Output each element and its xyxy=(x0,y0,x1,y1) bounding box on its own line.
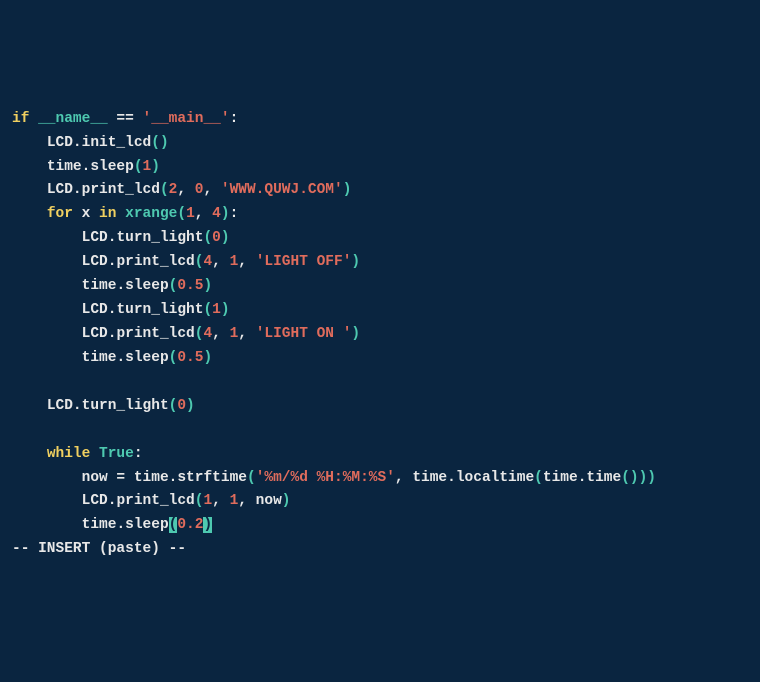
code-line: time.sleep(0.2) xyxy=(12,514,760,538)
code-line: LCD.print_lcd(1, 1, now) xyxy=(12,490,760,514)
code-line xyxy=(12,419,760,443)
code-line: LCD.print_lcd(2, 0, 'WWW.QUWJ.COM') xyxy=(12,179,760,203)
code-line xyxy=(12,371,760,395)
code-line: now = time.strftime('%m/%d %H:%M:%S', ti… xyxy=(12,467,760,491)
string-literal: 'LIGHT ON ' xyxy=(256,326,352,342)
code-line: LCD.init_lcd() xyxy=(12,132,760,156)
string-literal: 'WWW.QUWJ.COM' xyxy=(221,182,343,198)
code-line: time.sleep(0.5) xyxy=(12,275,760,299)
keyword-for: for xyxy=(47,206,73,222)
code-line: LCD.turn_light(0) xyxy=(12,395,760,419)
keyword-while: while xyxy=(47,446,91,462)
code-line: LCD.turn_light(1) xyxy=(12,299,760,323)
bool-true: True xyxy=(99,446,134,462)
code-editor[interactable]: if __name__ == '__main__': LCD.init_lcd(… xyxy=(12,108,760,563)
cursor-block: ) xyxy=(203,517,212,533)
code-line: LCD.print_lcd(4, 1, 'LIGHT OFF') xyxy=(12,251,760,275)
code-line: if __name__ == '__main__': xyxy=(12,108,760,132)
number-literal: 1 xyxy=(143,159,152,175)
dunder-name: __name__ xyxy=(38,111,108,127)
code-line: while True: xyxy=(12,443,760,467)
code-line: for x in xrange(1, 4): xyxy=(12,203,760,227)
builtin-xrange: xrange xyxy=(125,206,177,222)
keyword-if: if xyxy=(12,111,29,127)
string-literal: 'LIGHT OFF' xyxy=(256,254,352,270)
code-line: time.sleep(0.5) xyxy=(12,347,760,371)
string-literal: '__main__' xyxy=(143,111,230,127)
keyword-in: in xyxy=(99,206,116,222)
code-line: time.sleep(1) xyxy=(12,156,760,180)
code-line: LCD.print_lcd(4, 1, 'LIGHT ON ') xyxy=(12,323,760,347)
code-line: LCD.turn_light(0) xyxy=(12,227,760,251)
string-literal: '%m/%d %H:%M:%S' xyxy=(256,470,395,486)
vim-status-line: -- INSERT (paste) -- xyxy=(12,538,760,562)
